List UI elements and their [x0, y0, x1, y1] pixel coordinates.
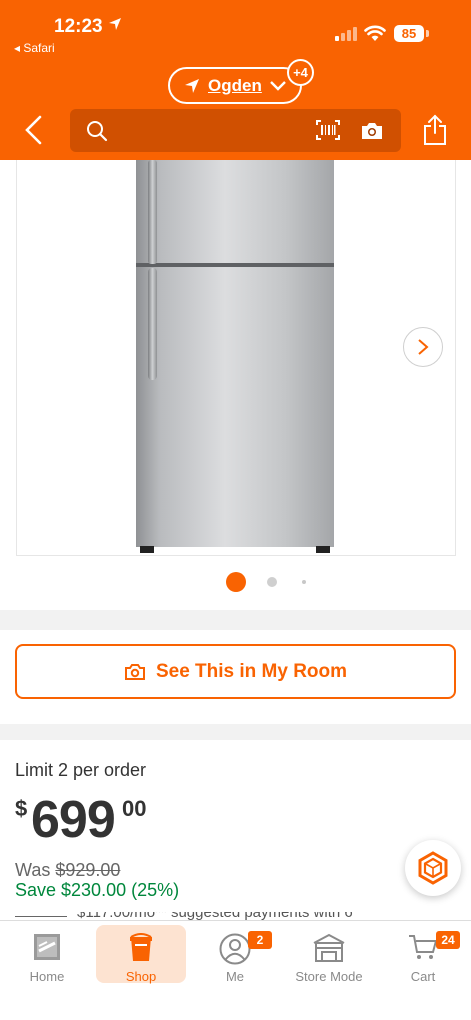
back-to-safari-link[interactable]: ◂ Safari: [14, 41, 55, 55]
app-header: 12:23 ◂ Safari 85 Ogden +4: [0, 0, 471, 160]
search-icon: [87, 121, 108, 142]
cart-icon: [409, 935, 438, 959]
price-section: Limit 2 per order $ 699 00 Was $929.00 S…: [0, 740, 471, 920]
navigation-arrow-icon: [185, 78, 199, 93]
share-icon[interactable]: [423, 114, 447, 146]
tab-shop[interactable]: Shop: [96, 925, 186, 984]
was-price-value: $929.00: [55, 860, 121, 880]
battery-indicator: 85: [394, 25, 424, 42]
financing-text-label: $117.00/mo** suggested payments with 6: [77, 912, 353, 920]
search-bar[interactable]: [70, 109, 401, 152]
shop-bucket-icon: [130, 933, 152, 961]
tab-store-mode-label: Store Mode: [295, 969, 363, 984]
next-image-button[interactable]: [403, 327, 443, 367]
tab-me-label: Me: [225, 969, 245, 984]
was-label: Was: [15, 860, 56, 880]
refrigerator-product-image: [136, 160, 334, 553]
tab-store-mode[interactable]: Store Mode: [284, 925, 374, 984]
tab-home-label: Home: [29, 969, 65, 984]
assistant-button[interactable]: [405, 840, 461, 896]
gallery-dot[interactable]: [302, 580, 306, 584]
section-divider: [0, 724, 471, 740]
financing-text: $117.00/mo** suggested payments with 6: [15, 912, 445, 920]
cart-count-badge: 24: [436, 931, 460, 949]
location-arrow-icon: [109, 18, 121, 30]
store-selector-button[interactable]: Ogden: [168, 67, 302, 104]
store-icon: [313, 933, 345, 962]
status-time: 12:23: [54, 16, 103, 37]
price-cents: 00: [122, 796, 147, 821]
home-depot-logo-icon: [34, 934, 60, 960]
barcode-scanner-icon[interactable]: [316, 120, 340, 140]
order-limit-text: Limit 2 per order: [15, 760, 147, 780]
person-icon: [219, 933, 251, 965]
wifi-icon: [364, 25, 386, 41]
me-notification-badge: 2: [248, 931, 272, 949]
tab-home[interactable]: Home: [2, 925, 92, 984]
camera-icon[interactable]: [360, 121, 384, 140]
back-arrow-icon[interactable]: [22, 114, 46, 146]
see-in-my-room-label: See This in My Room: [155, 660, 348, 682]
was-price: Was $929.00: [15, 860, 120, 881]
savings-text: Save $230.00 (25%): [15, 880, 180, 900]
price-currency: $: [15, 796, 28, 821]
hexagon-assistant-icon: [418, 851, 448, 885]
tab-cart-label: Cart: [410, 969, 436, 984]
bottom-tab-bar: Home Shop 2 Me Store Mode 24 Cart: [0, 920, 471, 1020]
nearby-stores-badge: +4: [287, 59, 314, 86]
gallery-dot-active[interactable]: [226, 572, 246, 592]
cellular-signal-icon: [335, 27, 357, 41]
gallery-pagination: [0, 570, 471, 594]
product-image-gallery[interactable]: [0, 160, 471, 610]
price-dollars: 699: [31, 791, 116, 849]
chevron-right-icon: [418, 339, 429, 355]
ar-section: See This in My Room: [0, 630, 471, 724]
financing-divider: [15, 916, 67, 917]
ar-camera-icon: [124, 663, 145, 680]
store-name: Ogden: [208, 75, 262, 95]
search-input[interactable]: [114, 117, 334, 143]
chevron-down-icon: [269, 80, 286, 91]
tab-cart[interactable]: 24 Cart: [378, 925, 468, 984]
tab-me[interactable]: 2 Me: [190, 925, 280, 984]
section-divider: [0, 610, 471, 630]
battery-tip: [426, 30, 429, 37]
status-bar: 12:23 ◂ Safari 85: [0, 0, 471, 60]
gallery-dot[interactable]: [267, 577, 277, 587]
see-in-my-room-button[interactable]: See This in My Room: [15, 644, 456, 699]
tab-shop-label: Shop: [125, 969, 157, 984]
